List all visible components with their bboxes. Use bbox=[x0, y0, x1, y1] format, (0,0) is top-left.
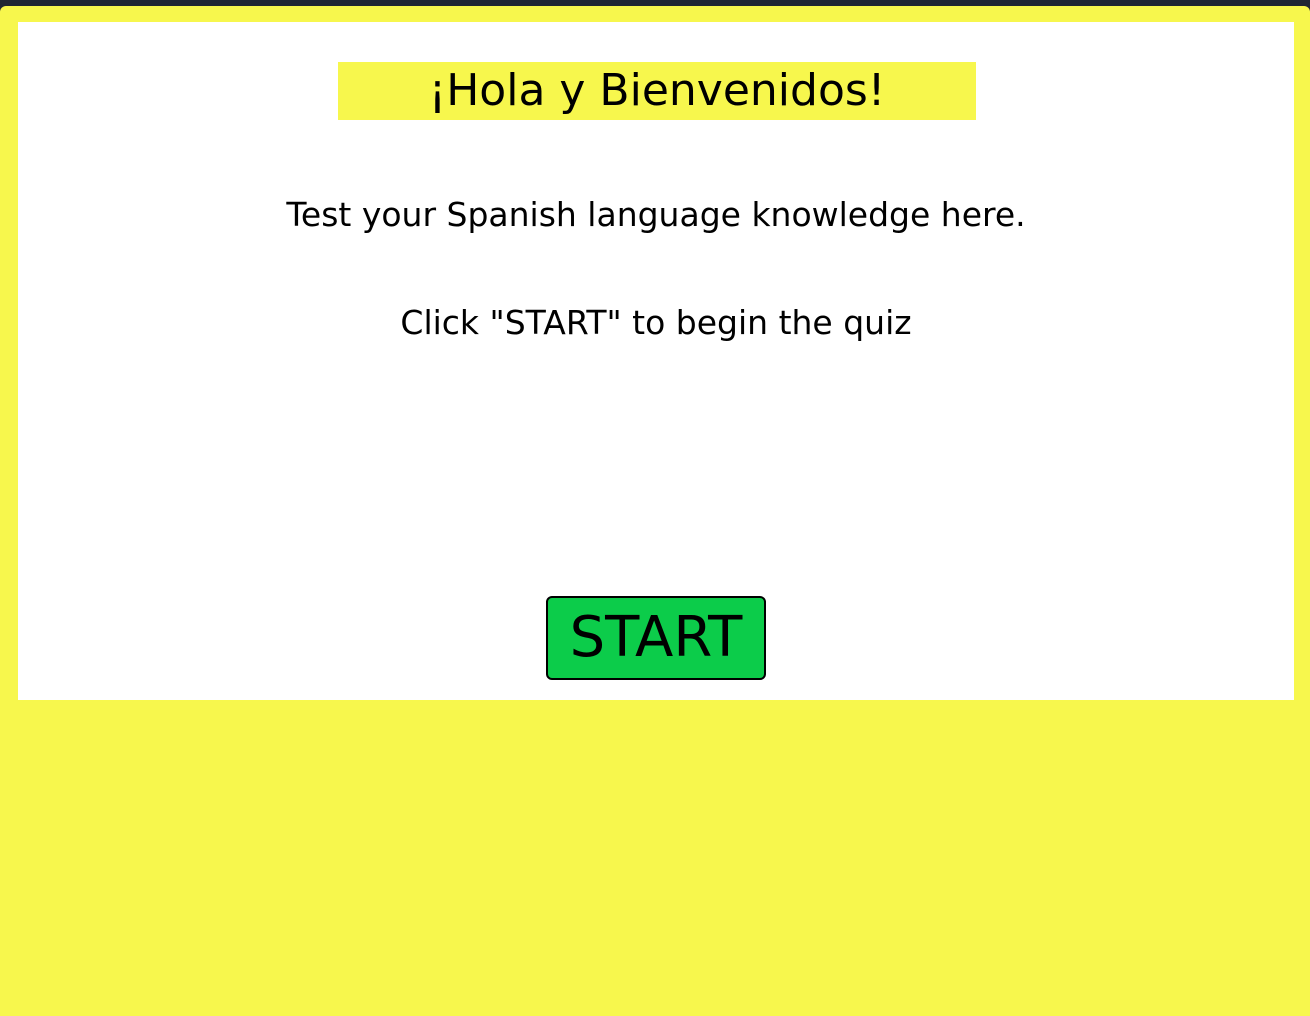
title-highlight: ¡Hola y Bienvenidos! bbox=[338, 62, 976, 120]
page-title: ¡Hola y Bienvenidos! bbox=[428, 65, 886, 116]
welcome-card: ¡Hola y Bienvenidos! Test your Spanish l… bbox=[18, 22, 1294, 700]
start-button[interactable]: START bbox=[546, 596, 766, 680]
intro-text: Test your Spanish language knowledge her… bbox=[286, 195, 1026, 234]
page-background: ¡Hola y Bienvenidos! Test your Spanish l… bbox=[0, 6, 1310, 1016]
instruction-text: Click "START" to begin the quiz bbox=[400, 303, 912, 342]
